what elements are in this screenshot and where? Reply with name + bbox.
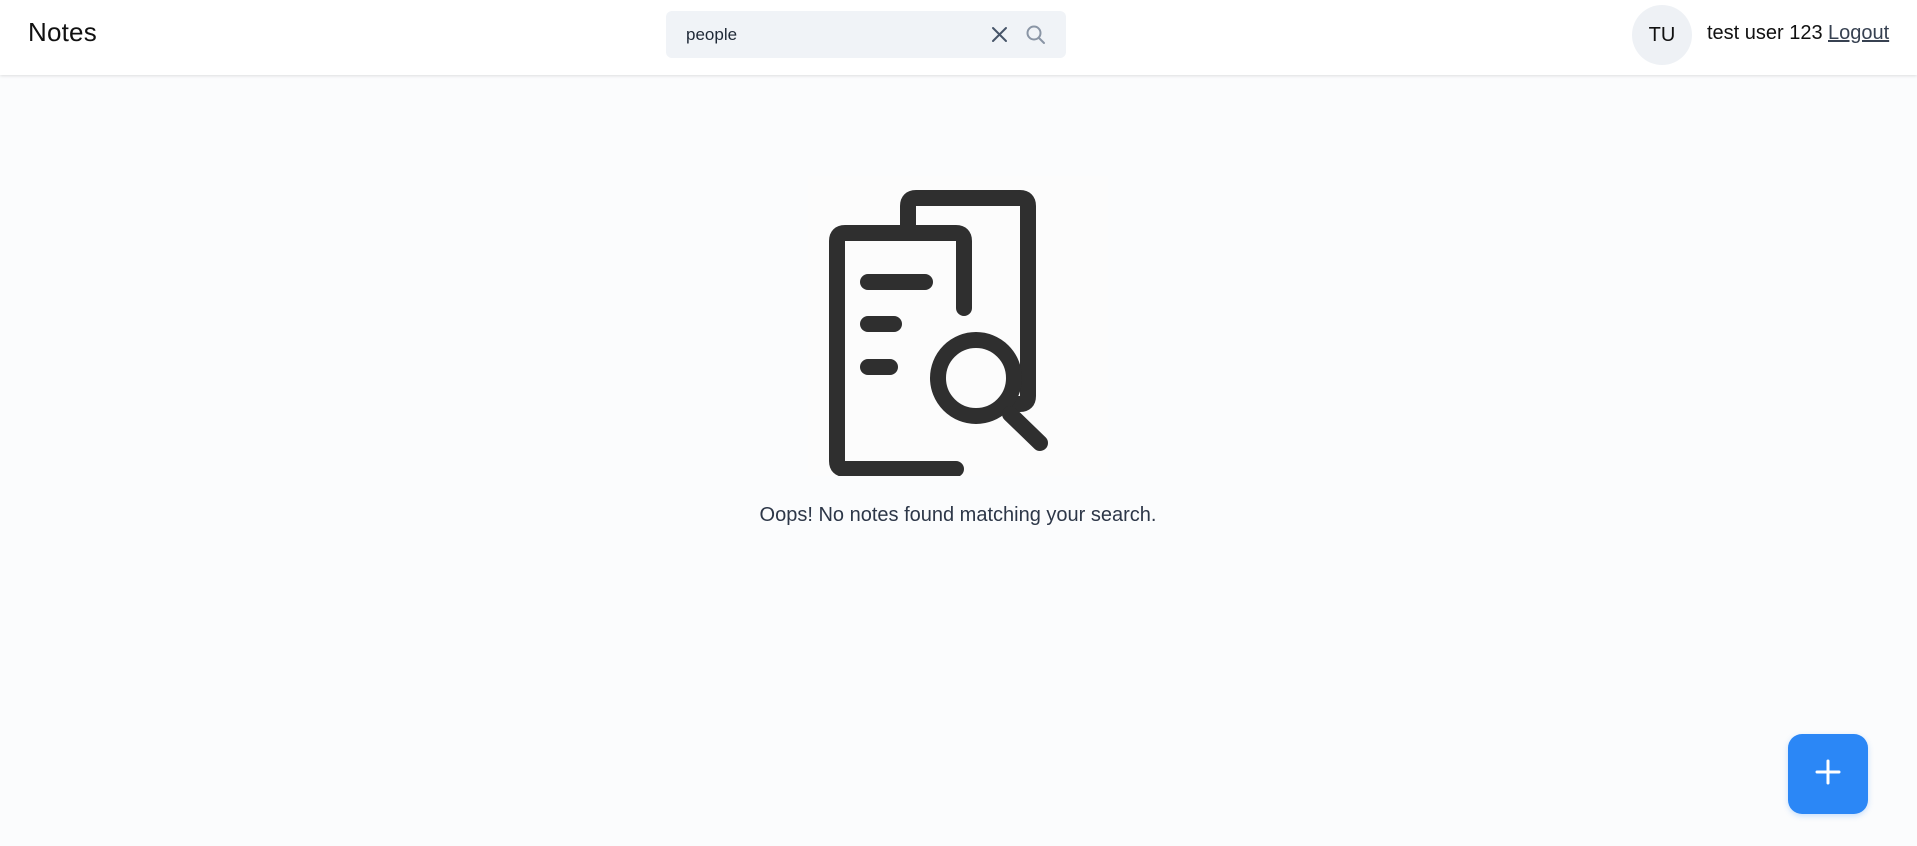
search-icon[interactable] xyxy=(1025,24,1046,45)
add-note-button[interactable] xyxy=(1788,734,1868,814)
documents-search-icon xyxy=(808,176,1108,477)
logout-link[interactable]: Logout xyxy=(1828,22,1889,45)
search-input[interactable] xyxy=(686,11,986,58)
search-bar xyxy=(666,11,1066,58)
plus-icon xyxy=(1813,757,1843,792)
user-name: test user 123 xyxy=(1707,22,1823,44)
app-title: Notes xyxy=(28,17,97,47)
avatar-initials: TU xyxy=(1648,23,1676,46)
top-header: Notes TU test user 123 Logout xyxy=(0,0,1917,75)
empty-state-message: Oops! No notes found matching your searc… xyxy=(759,504,1157,526)
avatar[interactable]: TU xyxy=(1632,5,1692,65)
close-icon[interactable] xyxy=(989,24,1010,45)
